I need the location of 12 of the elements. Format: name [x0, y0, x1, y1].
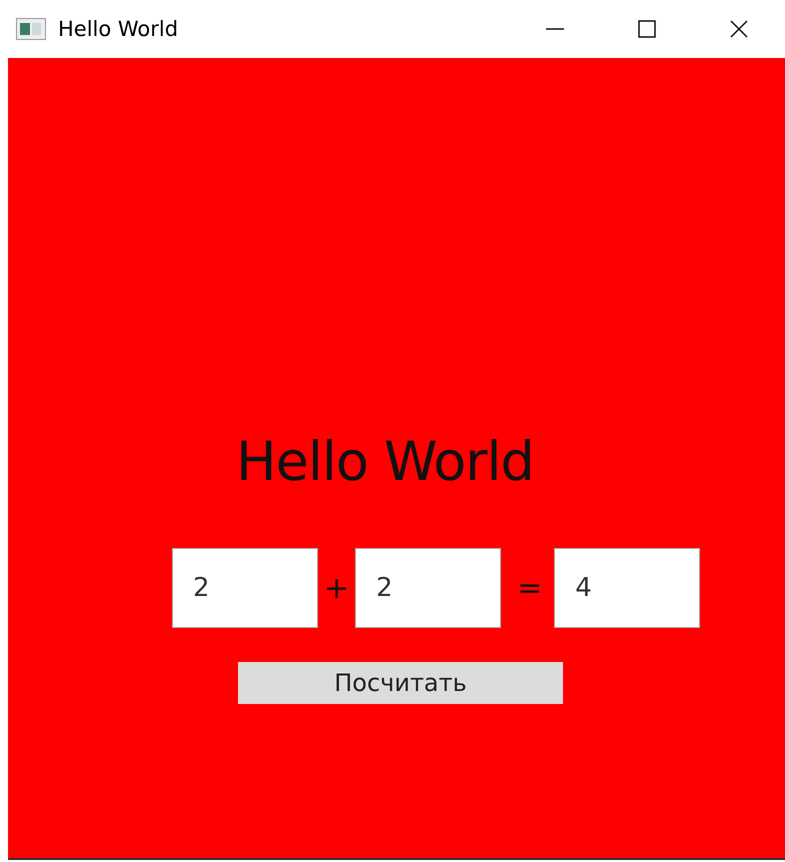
- window-title: Hello World: [58, 17, 180, 41]
- equals-sign: =: [517, 570, 542, 606]
- number-field[interactable]: 2: [355, 548, 502, 628]
- number-field[interactable]: 4: [554, 548, 700, 628]
- minimize-icon: [544, 28, 566, 30]
- number-field[interactable]: 2: [172, 548, 318, 628]
- close-icon: [728, 18, 750, 40]
- heading: Hello World: [236, 430, 534, 494]
- app-icon: [16, 18, 46, 40]
- maximize-icon: [636, 18, 658, 40]
- calculate-button[interactable]: Посчитать: [238, 662, 563, 704]
- plus-sign: +: [324, 570, 350, 606]
